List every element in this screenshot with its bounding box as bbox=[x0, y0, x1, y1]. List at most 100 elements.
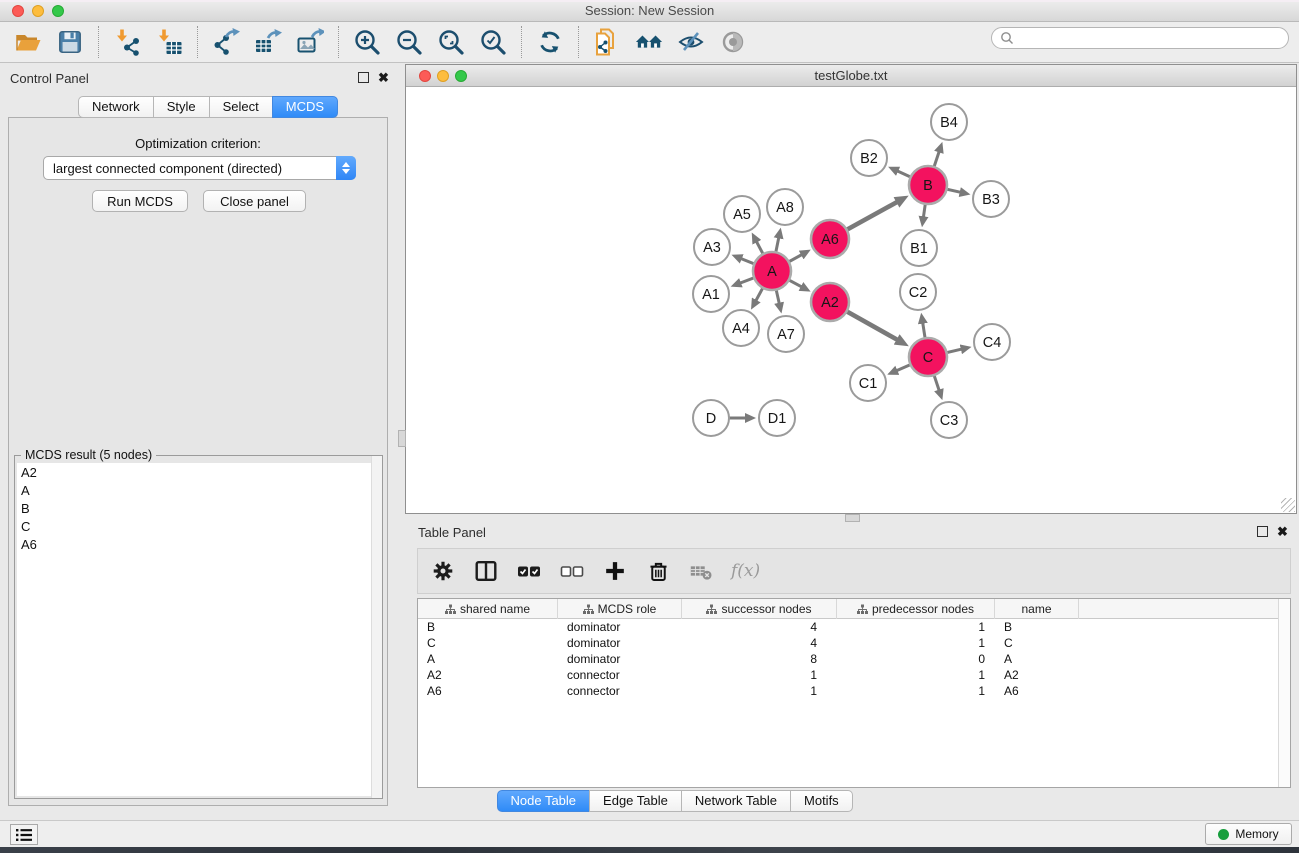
table-row[interactable]: A6connector11A6 bbox=[418, 683, 1290, 699]
graph-node-D1[interactable]: D1 bbox=[759, 400, 795, 436]
graph-node-A4[interactable]: A4 bbox=[723, 310, 759, 346]
zoom-fit-button[interactable] bbox=[437, 28, 465, 56]
graph-node-B3[interactable]: B3 bbox=[973, 181, 1009, 217]
graph-node-A8[interactable]: A8 bbox=[767, 189, 803, 225]
search-input[interactable] bbox=[1014, 29, 1280, 47]
zoom-selected-button[interactable] bbox=[479, 28, 507, 56]
run-mcds-button[interactable]: Run MCDS bbox=[92, 190, 188, 212]
graph-node-D[interactable]: D bbox=[693, 400, 729, 436]
close-window-button[interactable] bbox=[12, 5, 24, 17]
table-cell[interactable]: 1 bbox=[682, 683, 837, 699]
column-header[interactable]: shared name bbox=[418, 599, 558, 619]
graph-node-B4[interactable]: B4 bbox=[931, 104, 967, 140]
table-row[interactable]: A2connector11A2 bbox=[418, 667, 1290, 683]
open-session-button[interactable] bbox=[14, 28, 42, 56]
table-cell[interactable]: B bbox=[418, 619, 558, 635]
table-cell[interactable]: 4 bbox=[682, 619, 837, 635]
graph-node-C1[interactable]: C1 bbox=[850, 365, 886, 401]
horizontal-split-handle[interactable] bbox=[845, 514, 860, 522]
minimize-window-button[interactable] bbox=[32, 5, 44, 17]
result-item[interactable]: A2 bbox=[17, 463, 380, 481]
table-cell[interactable]: C bbox=[995, 635, 1079, 651]
table-cell[interactable]: 1 bbox=[837, 635, 995, 651]
result-item[interactable]: A bbox=[17, 481, 380, 499]
graph-node-A5[interactable]: A5 bbox=[724, 196, 760, 232]
table-cell[interactable]: connector bbox=[558, 667, 682, 683]
graph-node-C4[interactable]: C4 bbox=[974, 324, 1010, 360]
result-scrollbar[interactable] bbox=[371, 456, 382, 798]
table-cell[interactable]: 4 bbox=[682, 635, 837, 651]
table-settings-button[interactable] bbox=[428, 556, 458, 586]
criterion-dropdown[interactable]: largest connected component (directed) bbox=[43, 156, 356, 180]
graph-node-C2[interactable]: C2 bbox=[900, 274, 936, 310]
export-network-button[interactable] bbox=[212, 28, 240, 56]
table-cell[interactable]: dominator bbox=[558, 635, 682, 651]
graph-node-B1[interactable]: B1 bbox=[901, 230, 937, 266]
network-minimize-button[interactable] bbox=[437, 70, 449, 82]
window-resize-grip[interactable] bbox=[1281, 498, 1295, 512]
table-cell[interactable]: 1 bbox=[837, 683, 995, 699]
task-history-button[interactable] bbox=[10, 824, 38, 845]
table-panel-close-button[interactable]: ✖ bbox=[1277, 526, 1288, 537]
graph-node-A7[interactable]: A7 bbox=[768, 316, 804, 352]
table-cell[interactable]: dominator bbox=[558, 619, 682, 635]
table-cell[interactable]: A bbox=[995, 651, 1079, 667]
vertical-split-handle[interactable] bbox=[398, 430, 406, 447]
graph-node-B[interactable]: B bbox=[909, 166, 947, 204]
table-row[interactable]: Adominator80A bbox=[418, 651, 1290, 667]
table-cell[interactable]: 1 bbox=[837, 619, 995, 635]
table-cell[interactable]: C bbox=[418, 635, 558, 651]
table-cell[interactable]: 0 bbox=[837, 651, 995, 667]
select-all-columns-button[interactable] bbox=[514, 556, 544, 586]
export-table-button[interactable] bbox=[254, 28, 282, 56]
table-cell[interactable]: 8 bbox=[682, 651, 837, 667]
table-cell[interactable]: A2 bbox=[418, 667, 558, 683]
table-row[interactable]: Bdominator41B bbox=[418, 619, 1290, 635]
table-cell[interactable]: connector bbox=[558, 683, 682, 699]
tab-motifs[interactable]: Motifs bbox=[790, 790, 853, 812]
result-item[interactable]: A6 bbox=[17, 535, 380, 553]
home-button[interactable] bbox=[635, 28, 663, 56]
control-panel-float-button[interactable] bbox=[358, 72, 369, 83]
clone-network-button[interactable] bbox=[593, 28, 621, 56]
show-graphics-details-button[interactable] bbox=[719, 28, 747, 56]
graph-node-C3[interactable]: C3 bbox=[931, 402, 967, 438]
column-header[interactable]: predecessor nodes bbox=[837, 599, 995, 619]
network-maximize-button[interactable] bbox=[455, 70, 467, 82]
table-cell[interactable]: 1 bbox=[837, 667, 995, 683]
search-field[interactable] bbox=[991, 27, 1289, 49]
tab-node-table[interactable]: Node Table bbox=[497, 790, 591, 812]
tab-mcds[interactable]: MCDS bbox=[272, 96, 338, 118]
refresh-view-button[interactable] bbox=[536, 28, 564, 56]
tab-edge-table[interactable]: Edge Table bbox=[589, 790, 682, 812]
result-item[interactable]: C bbox=[17, 517, 380, 535]
graph-node-A3[interactable]: A3 bbox=[694, 229, 730, 265]
result-item[interactable]: B bbox=[17, 499, 380, 517]
import-table-button[interactable] bbox=[155, 28, 183, 56]
table-cell[interactable]: A6 bbox=[995, 683, 1079, 699]
hide-graphics-details-button[interactable] bbox=[677, 28, 705, 56]
table-cell[interactable]: 1 bbox=[682, 667, 837, 683]
table-scrollbar[interactable] bbox=[1278, 599, 1290, 787]
tab-network-table[interactable]: Network Table bbox=[681, 790, 791, 812]
export-image-button[interactable] bbox=[296, 28, 324, 56]
column-header[interactable]: name bbox=[995, 599, 1079, 619]
graph-node-A6[interactable]: A6 bbox=[811, 220, 849, 258]
tab-style[interactable]: Style bbox=[153, 96, 210, 118]
zoom-out-button[interactable] bbox=[395, 28, 423, 56]
tab-select[interactable]: Select bbox=[209, 96, 273, 118]
network-close-button[interactable] bbox=[419, 70, 431, 82]
table-row[interactable]: Cdominator41C bbox=[418, 635, 1290, 651]
control-panel-close-button[interactable]: ✖ bbox=[378, 72, 389, 83]
tab-network[interactable]: Network bbox=[78, 96, 154, 118]
graph-node-A2[interactable]: A2 bbox=[811, 283, 849, 321]
graph-node-A1[interactable]: A1 bbox=[693, 276, 729, 312]
unselect-all-columns-button[interactable] bbox=[557, 556, 587, 586]
table-cell[interactable]: A6 bbox=[418, 683, 558, 699]
maximize-window-button[interactable] bbox=[52, 5, 64, 17]
table-cell[interactable]: dominator bbox=[558, 651, 682, 667]
network-graph-canvas[interactable]: B4B2BB3A5A8A6A3B1AA1C2A2A4A7C4CC1C3DD1 bbox=[406, 87, 1296, 513]
table-panel-float-button[interactable] bbox=[1257, 526, 1268, 537]
memory-button[interactable]: Memory bbox=[1205, 823, 1292, 845]
graph-node-C[interactable]: C bbox=[909, 338, 947, 376]
